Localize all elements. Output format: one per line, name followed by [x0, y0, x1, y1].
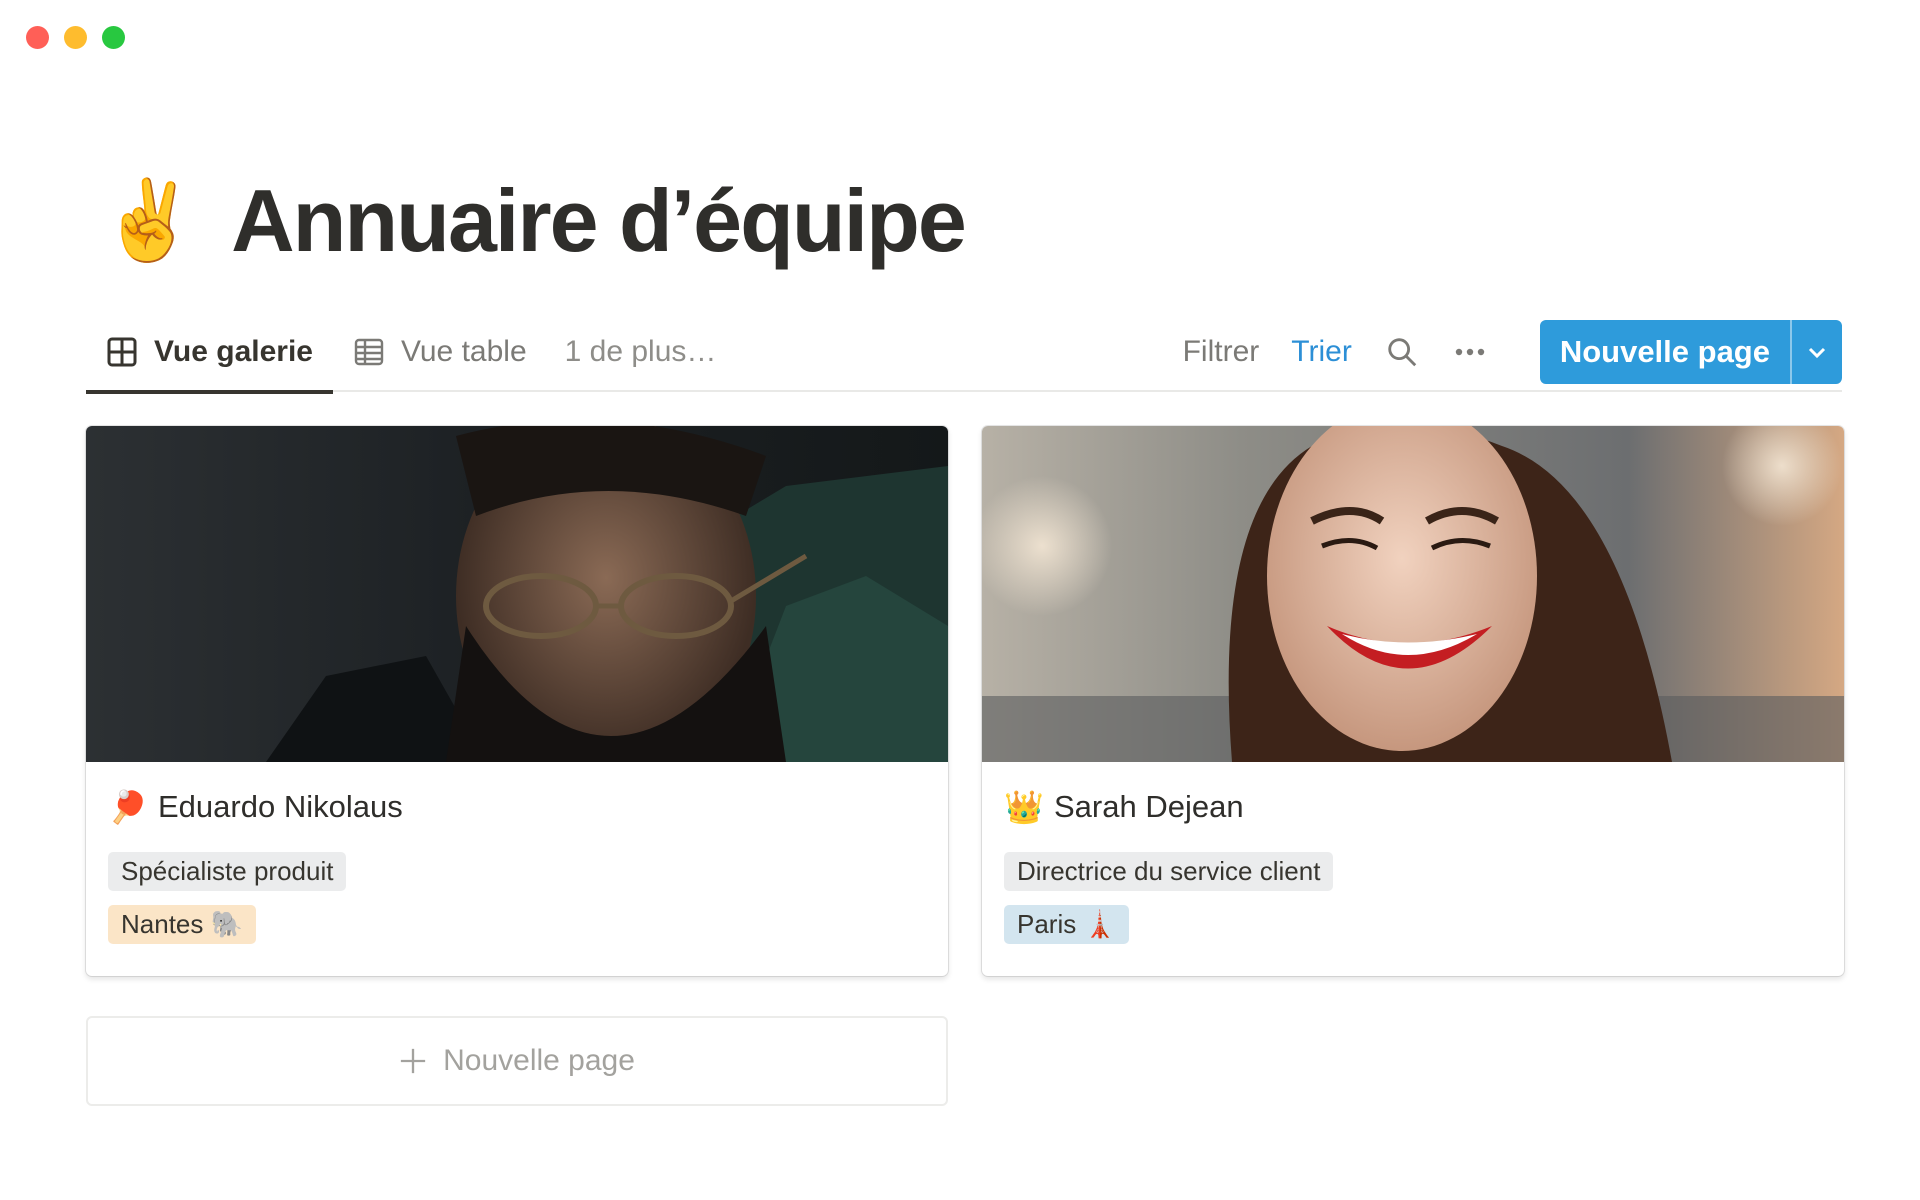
city-label: Nantes — [121, 909, 204, 939]
card-name: Sarah Dejean — [1054, 789, 1244, 824]
page-icon[interactable]: ✌️ — [100, 182, 197, 260]
elephant-icon: 🐘 — [210, 909, 243, 939]
new-page-split-button: Nouvelle page — [1539, 320, 1842, 384]
tab-gallery-view[interactable]: Vue galerie — [86, 312, 333, 394]
ping-pong-icon: 🏓 — [108, 788, 148, 826]
tab-table-label: Vue table — [400, 335, 527, 368]
tower-icon: 🗼 — [1083, 909, 1116, 939]
tab-table-view[interactable]: Vue table — [333, 312, 547, 392]
portrait-photo-woman — [982, 426, 1844, 762]
city-tag: Nantes 🐘 — [108, 905, 256, 944]
ellipsis-icon — [1455, 348, 1485, 356]
card-cover-image — [86, 426, 948, 762]
card-cover-image — [982, 426, 1844, 762]
maximize-window-button[interactable] — [102, 26, 125, 49]
card-title: 🏓 Eduardo Nikolaus — [108, 784, 926, 830]
database-view-bar: Vue galerie Vue table 1 de plus… Filtrer… — [86, 312, 1842, 394]
card-title: 👑 Sarah Dejean — [1004, 784, 1822, 830]
page-title[interactable]: Annuaire d’équipe — [231, 170, 967, 272]
role-tag: Directrice du service client — [1004, 852, 1334, 891]
portrait-photo-man — [86, 426, 948, 762]
gallery-card[interactable]: 🏓 Eduardo Nikolaus Spécialiste produit N… — [86, 426, 948, 976]
more-views-link[interactable]: 1 de plus… — [547, 312, 737, 392]
city-label: Paris — [1017, 909, 1077, 939]
role-tag: Spécialiste produit — [108, 852, 347, 891]
chevron-down-icon — [1808, 347, 1826, 359]
search-button[interactable] — [1384, 334, 1420, 370]
view-actions: Filtrer Trier Nouvelle page — [1183, 312, 1842, 392]
card-name: Eduardo Nikolaus — [158, 789, 403, 824]
window-controls — [26, 26, 125, 49]
tab-gallery-label: Vue galerie — [154, 335, 313, 368]
plus-icon — [400, 1048, 426, 1074]
new-page-button[interactable]: Nouvelle page — [1540, 320, 1790, 384]
minimize-window-button[interactable] — [64, 26, 87, 49]
search-icon — [1388, 338, 1417, 367]
view-tabs: Vue galerie Vue table 1 de plus… — [86, 312, 737, 394]
sort-button[interactable]: Trier — [1291, 335, 1352, 369]
app-window: ✌️ Annuaire d’équipe Vue galerie Vue tab… — [0, 0, 1920, 1200]
filter-button[interactable]: Filtrer — [1183, 335, 1260, 369]
close-window-button[interactable] — [26, 26, 49, 49]
new-page-dropdown-button[interactable] — [1790, 320, 1842, 384]
crown-icon: 👑 — [1004, 788, 1044, 826]
table-icon — [354, 338, 384, 366]
gallery-card[interactable]: 👑 Sarah Dejean Directrice du service cli… — [982, 426, 1844, 976]
city-tag: Paris 🗼 — [1004, 905, 1129, 944]
add-new-page-button[interactable]: Nouvelle page — [86, 1016, 948, 1106]
page-header: ✌️ Annuaire d’équipe — [100, 170, 967, 272]
more-options-button[interactable] — [1452, 334, 1488, 370]
gallery-grid-icon — [107, 337, 137, 367]
add-page-label: Nouvelle page — [443, 1044, 635, 1077]
